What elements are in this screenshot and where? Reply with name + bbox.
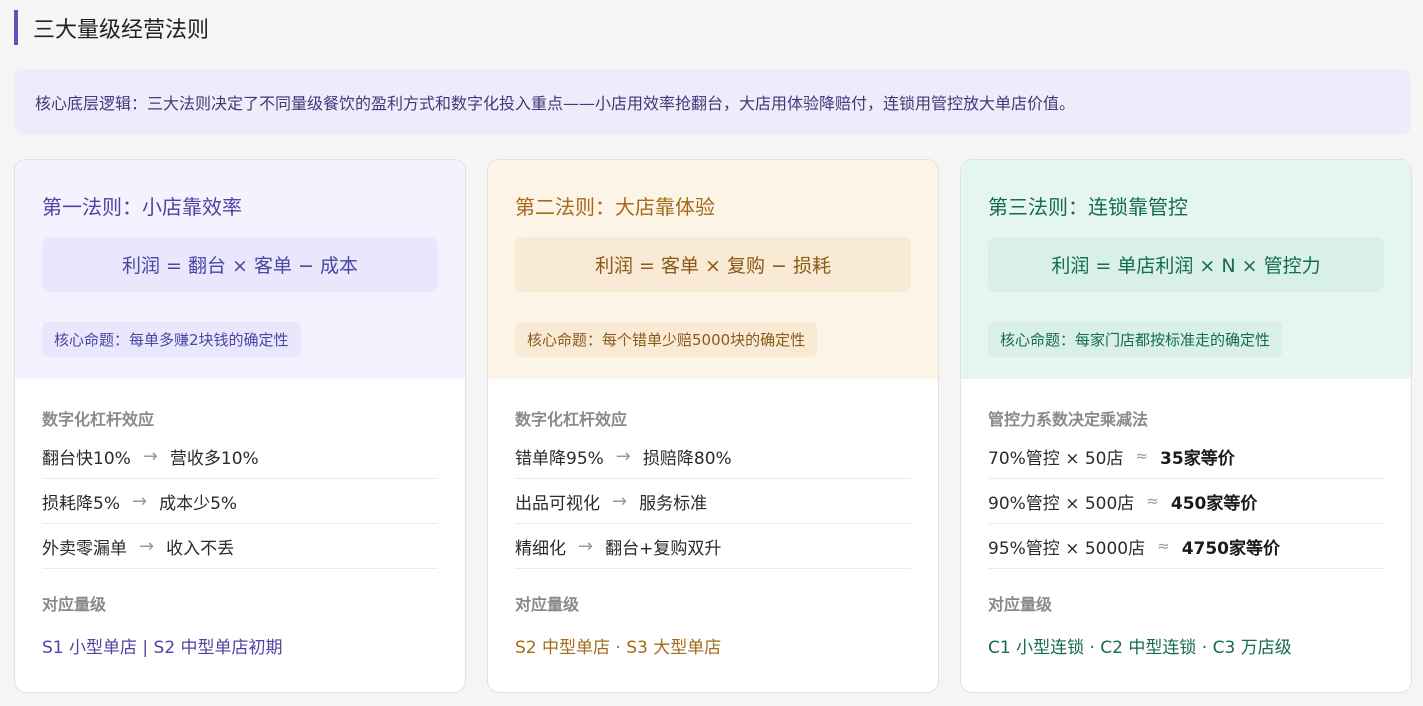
lever-cause: 外卖零漏单 [42,538,127,559]
coefficient-row: 70%管控 × 50店 ≈ 35家等价 [988,434,1384,479]
card-header: 第三法则：连锁靠管控 利润 = 单店利润 × N × 管控力 核心命题：每家门店… [961,160,1411,379]
levels-label: 对应量级 [42,595,107,614]
section-label: 管控力系数决定乘减法 [988,410,1149,429]
levels-text: S2 中型单店 · S3 大型单店 [515,638,722,658]
lever-cause: 错单降95% [515,448,604,469]
coefficient-input: 70%管控 × 50店 [988,448,1124,469]
lever-row: 损耗降5% → 成本少5% [42,479,438,524]
section-label: 数字化杠杆效应 [42,410,155,429]
lever-list: 错单降95% → 损赔降80% 出品可视化 → 服务标准 精细化 → 翻台+复购… [515,434,911,569]
card-title: 第三法则：连锁靠管控 [988,195,1188,219]
lever-row: 外卖零漏单 → 收入不丢 [42,524,438,569]
core-proposition-badge: 核心命题：每个错单少赔5000块的确定性 [515,322,818,357]
approx-icon: ≈ [1157,537,1170,555]
core-logic-callout: 核心底层逻辑：三大法则决定了不同量级餐饮的盈利方式和数字化投入重点——小店用效率… [14,69,1411,135]
coefficient-result: 35家等价 [1160,448,1235,469]
card-title: 第二法则：大店靠体验 [515,195,715,219]
control-coefficient-list: 70%管控 × 50店 ≈ 35家等价 90%管控 × 500店 ≈ 450家等… [988,434,1384,569]
lever-row: 出品可视化 → 服务标准 [515,479,911,524]
card-header: 第一法则：小店靠效率 利润 = 翻台 × 客单 − 成本 核心命题：每单多赚2块… [15,160,465,379]
lever-cause: 精细化 [515,538,566,559]
levels-label: 对应量级 [515,595,580,614]
lever-list: 翻台快10% → 营收多10% 损耗降5% → 成本少5% 外卖零漏单 → 收入… [42,434,438,569]
coefficient-row: 90%管控 × 500店 ≈ 450家等价 [988,479,1384,524]
profit-formula: 利润 = 单店利润 × N × 管控力 [988,237,1384,292]
approx-icon: ≈ [1135,447,1149,465]
levels-text: S1 小型单店 | S2 中型单店初期 [42,638,283,658]
lever-effect: 服务标准 [639,493,708,514]
callout-text: 核心底层逻辑：三大法则决定了不同量级餐饮的盈利方式和数字化投入重点——小店用效率… [35,94,1076,113]
coefficient-result: 450家等价 [1170,493,1258,514]
lever-effect: 成本少5% [159,493,238,514]
lever-row: 翻台快10% → 营收多10% [42,434,438,479]
levels-label: 对应量级 [988,595,1053,614]
coefficient-input: 90%管控 × 500店 [988,493,1135,514]
core-proposition-badge: 核心命题：每单多赚2块钱的确定性 [42,322,301,357]
page-title-bar: 三大量级经营法则 [14,10,209,45]
arrow-icon: → [615,445,631,467]
rule-card-small-store: 第一法则：小店靠效率 利润 = 翻台 × 客单 − 成本 核心命题：每单多赚2块… [14,159,466,693]
lever-row: 精细化 → 翻台+复购双升 [515,524,911,569]
lever-cause: 翻台快10% [42,448,131,469]
arrow-icon: → [612,490,628,512]
card-body: 数字化杠杆效应 错单降95% → 损赔降80% 出品可视化 → 服务标准 精细化… [488,406,938,658]
lever-effect: 收入不丢 [166,538,235,559]
arrow-icon: → [131,490,148,512]
rule-card-large-store: 第二法则：大店靠体验 利润 = 客单 × 复购 − 损耗 核心命题：每个错单少赔… [487,159,939,693]
lever-cause: 损耗降5% [42,493,120,514]
lever-row: 错单降95% → 损赔降80% [515,434,911,479]
lever-cause: 出品可视化 [515,493,600,514]
card-body: 管控力系数决定乘减法 70%管控 × 50店 ≈ 35家等价 90%管控 × 5… [961,406,1411,658]
card-title: 第一法则：小店靠效率 [42,195,242,219]
section-label: 数字化杠杆效应 [515,410,628,429]
lever-effect: 营收多10% [169,448,259,469]
core-proposition-badge: 核心命题：每家门店都按标准走的确定性 [988,322,1283,357]
card-body: 数字化杠杆效应 翻台快10% → 营收多10% 损耗降5% → 成本少5% 外卖… [15,406,465,658]
arrow-icon: → [142,445,158,467]
coefficient-result: 4750家等价 [1181,538,1281,559]
arrow-icon: → [578,535,594,557]
coefficient-row: 95%管控 × 5000店 ≈ 4750家等价 [988,524,1384,569]
rule-card-chain: 第三法则：连锁靠管控 利润 = 单店利润 × N × 管控力 核心命题：每家门店… [960,159,1412,693]
profit-formula: 利润 = 客单 × 复购 − 损耗 [515,237,911,292]
approx-icon: ≈ [1146,492,1159,510]
page-title: 三大量级经营法则 [33,17,210,43]
levels-text: C1 小型连锁 · C2 中型连锁 · C3 万店级 [988,638,1292,658]
arrow-icon: → [139,535,155,557]
lever-effect: 翻台+复购双升 [605,538,722,559]
card-header: 第二法则：大店靠体验 利润 = 客单 × 复购 − 损耗 核心命题：每个错单少赔… [488,160,938,379]
profit-formula: 利润 = 翻台 × 客单 − 成本 [42,237,438,292]
lever-effect: 损赔降80% [642,448,732,469]
coefficient-input: 95%管控 × 5000店 [988,538,1146,559]
